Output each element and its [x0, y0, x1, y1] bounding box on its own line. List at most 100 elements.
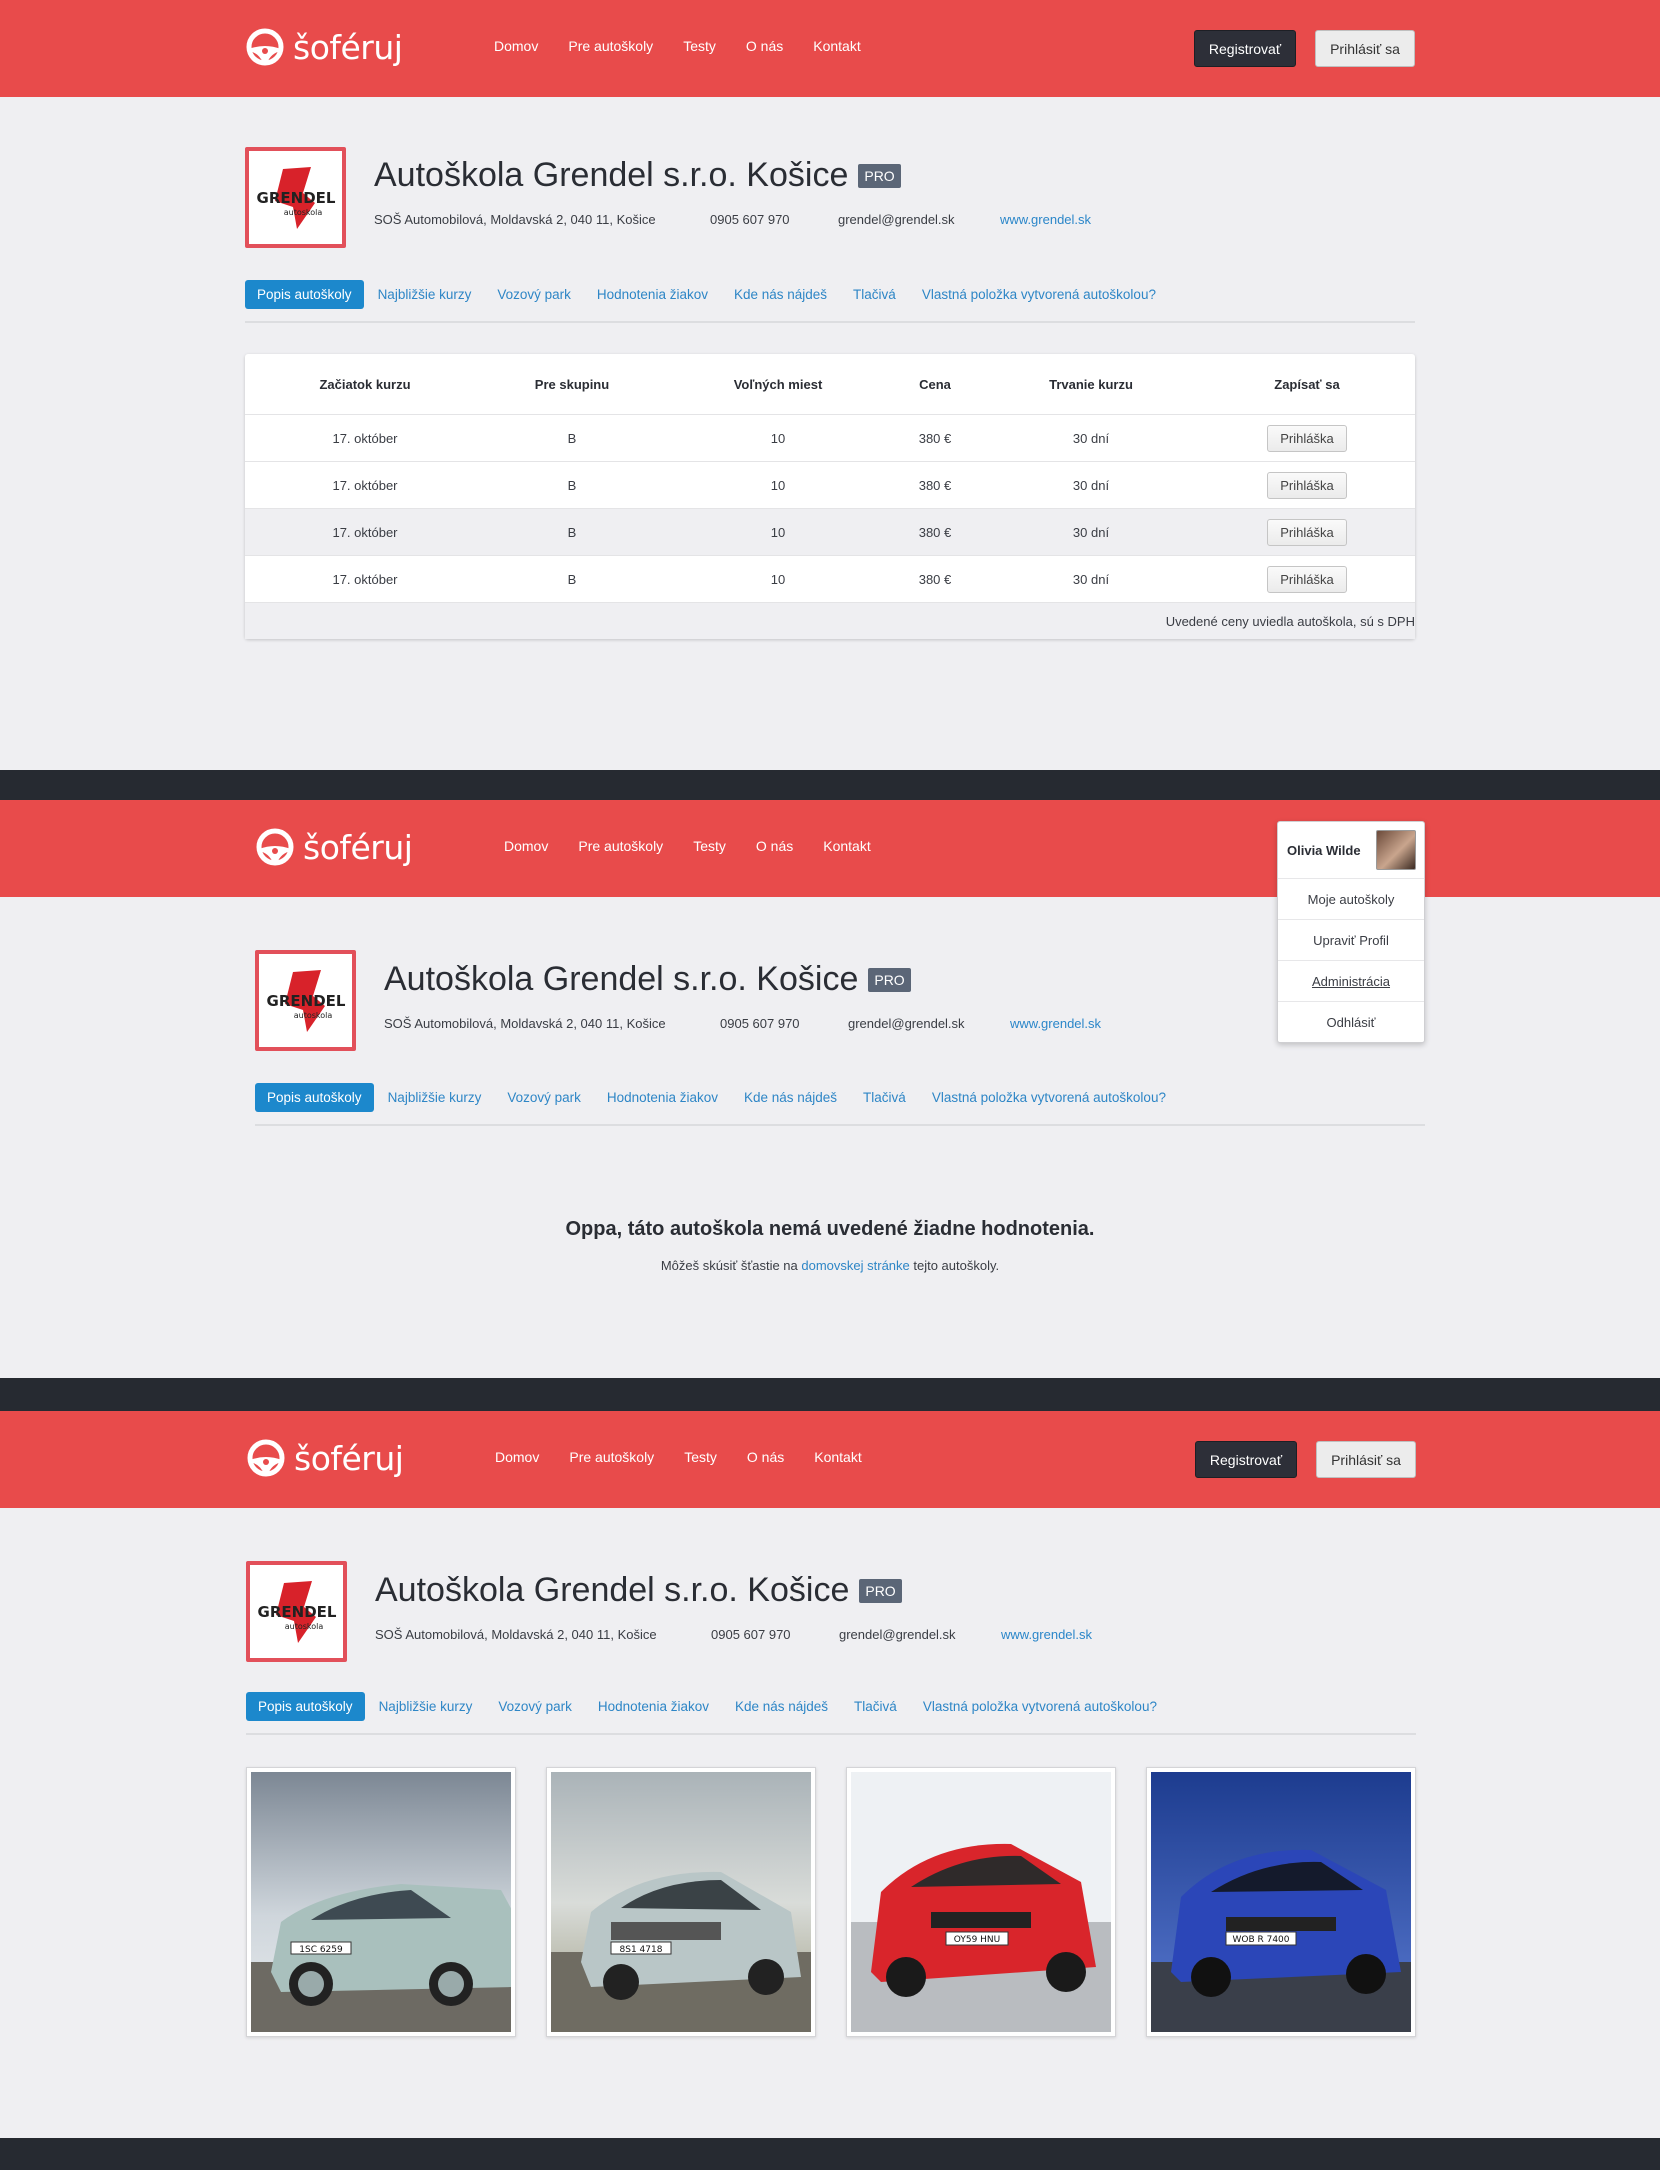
- user-menu-header[interactable]: Olivia Wilde: [1278, 822, 1424, 878]
- car-image: 8S1 4718: [551, 1772, 811, 2032]
- school-web-link[interactable]: www.grendel.sk: [1000, 212, 1091, 227]
- tab-location[interactable]: Kde nás nájdeš: [744, 1090, 837, 1105]
- brand-logo[interactable]: šoféruj: [245, 24, 403, 70]
- nav-contact[interactable]: Kontakt: [823, 838, 870, 854]
- nav-home[interactable]: Domov: [504, 838, 548, 854]
- tab-description[interactable]: Popis autoškoly: [246, 1692, 365, 1721]
- table-row: 17. október B 10 380 € 30 dní Prihláška: [245, 508, 1415, 555]
- tab-courses[interactable]: Najbližšie kurzy: [379, 1699, 473, 1714]
- fleet-photo[interactable]: 1SC 6259: [246, 1767, 516, 2037]
- tab-custom[interactable]: Vlastná položka vytvorená autoškolou?: [932, 1090, 1166, 1105]
- screen-divider: [0, 770, 1660, 800]
- menu-administration[interactable]: Administrácia: [1278, 960, 1424, 1001]
- cell-enroll: Prihláška: [1217, 565, 1397, 593]
- tab-fleet[interactable]: Vozový park: [507, 1090, 581, 1105]
- menu-logout[interactable]: Odhlásiť: [1278, 1001, 1424, 1042]
- enroll-button[interactable]: Prihláška: [1267, 565, 1347, 593]
- login-button[interactable]: Prihlásiť sa: [1315, 30, 1415, 67]
- school-address: SOŠ Automobilová, Moldavská 2, 040 11, K…: [375, 1627, 657, 1642]
- nav-home[interactable]: Domov: [494, 38, 538, 54]
- menu-my-schools[interactable]: Moje autoškoly: [1278, 878, 1424, 919]
- nav-for-schools[interactable]: Pre autoškoly: [568, 38, 653, 54]
- main-nav: Domov Pre autoškoly Testy O nás Kontakt: [494, 38, 891, 54]
- tab-fleet[interactable]: Vozový park: [498, 1699, 572, 1714]
- tab-custom[interactable]: Vlastná položka vytvorená autoškolou?: [923, 1699, 1157, 1714]
- school-address: SOŠ Automobilová, Moldavská 2, 040 11, K…: [374, 212, 656, 227]
- tab-courses[interactable]: Najbližšie kurzy: [378, 287, 472, 302]
- tab-fleet[interactable]: Vozový park: [497, 287, 571, 302]
- brand-logo[interactable]: šoféruj: [246, 1435, 404, 1481]
- col-duration: Trvanie kurzu: [1049, 376, 1133, 392]
- school-email: grendel@grendel.sk: [848, 1016, 965, 1031]
- nav-tests[interactable]: Testy: [684, 1449, 717, 1465]
- cell-price: 380 €: [918, 430, 952, 446]
- cell-seats: 10: [770, 430, 786, 446]
- school-web: www.grendel.sk: [1010, 1016, 1101, 1031]
- school-logo: GRENDEL autoskola: [246, 1561, 347, 1662]
- nav-for-schools[interactable]: Pre autoškoly: [569, 1449, 654, 1465]
- nav-tests[interactable]: Testy: [683, 38, 716, 54]
- cell-price: 380 €: [918, 571, 952, 587]
- tabs-divider: [246, 1733, 1416, 1735]
- tab-reviews[interactable]: Hodnotenia žiakov: [598, 1699, 709, 1714]
- nav-contact[interactable]: Kontakt: [814, 1449, 861, 1465]
- enroll-button[interactable]: Prihláška: [1267, 471, 1347, 499]
- svg-text:autoskola: autoskola: [283, 208, 322, 217]
- tab-forms[interactable]: Tlačivá: [853, 287, 896, 302]
- enroll-button[interactable]: Prihláška: [1267, 518, 1347, 546]
- tabs-divider: [245, 321, 1415, 323]
- main-nav: Domov Pre autoškoly Testy O nás Kontakt: [504, 838, 901, 854]
- brand-logo[interactable]: šoféruj: [255, 824, 413, 870]
- homepage-link[interactable]: domovskej stránke: [801, 1258, 909, 1273]
- cell-seats: 10: [770, 524, 786, 540]
- menu-edit-profile[interactable]: Upraviť Profil: [1278, 919, 1424, 960]
- no-reviews-text-end: tejto autoškoly.: [909, 1258, 1000, 1273]
- fleet-photo[interactable]: 8S1 4718: [546, 1767, 816, 2037]
- svg-text:OY59 HNU: OY59 HNU: [954, 1935, 1001, 1945]
- school-email: grendel@grendel.sk: [838, 212, 955, 227]
- no-reviews-subtitle: Môžeš skúsiť šťastie na domovskej stránk…: [0, 1258, 1660, 1273]
- register-button[interactable]: Registrovať: [1195, 1441, 1297, 1478]
- register-button[interactable]: Registrovať: [1194, 30, 1296, 67]
- tab-description[interactable]: Popis autoškoly: [245, 280, 364, 309]
- nav-for-schools[interactable]: Pre autoškoly: [578, 838, 663, 854]
- svg-text:GRENDEL: GRENDEL: [257, 1603, 336, 1621]
- school-phone: 0905 607 970: [711, 1627, 791, 1642]
- nav-about[interactable]: O nás: [747, 1449, 784, 1465]
- site-header: šoféruj Domov Pre autoškoly Testy O nás …: [0, 1411, 1660, 1508]
- cell-group: B: [567, 430, 577, 446]
- svg-text:autoskola: autoskola: [284, 1622, 323, 1631]
- fleet-photo[interactable]: OY59 HNU: [846, 1767, 1116, 2037]
- enroll-button[interactable]: Prihláška: [1267, 424, 1347, 452]
- cell-price: 380 €: [918, 524, 952, 540]
- nav-contact[interactable]: Kontakt: [813, 38, 860, 54]
- tab-courses[interactable]: Najbližšie kurzy: [388, 1090, 482, 1105]
- nav-tests[interactable]: Testy: [693, 838, 726, 854]
- tab-custom[interactable]: Vlastná položka vytvorená autoškolou?: [922, 287, 1156, 302]
- school-web-link[interactable]: www.grendel.sk: [1010, 1016, 1101, 1031]
- school-email: grendel@grendel.sk: [839, 1627, 956, 1642]
- tab-forms[interactable]: Tlačivá: [863, 1090, 906, 1105]
- nav-about[interactable]: O nás: [746, 38, 783, 54]
- steering-wheel-icon: [247, 1439, 285, 1477]
- login-button[interactable]: Prihlásiť sa: [1316, 1441, 1416, 1478]
- svg-text:8S1 4718: 8S1 4718: [620, 1945, 663, 1955]
- user-name: Olivia Wilde: [1287, 842, 1361, 858]
- tab-description[interactable]: Popis autoškoly: [255, 1083, 374, 1112]
- school-phone: 0905 607 970: [720, 1016, 800, 1031]
- cell-group: B: [567, 524, 577, 540]
- courses-screen: šoféruj Domov Pre autoškoly Testy O nás …: [0, 0, 1660, 770]
- school-web-link[interactable]: www.grendel.sk: [1001, 1627, 1092, 1642]
- nav-home[interactable]: Domov: [495, 1449, 539, 1465]
- cell-group: B: [567, 571, 577, 587]
- tab-location[interactable]: Kde nás nájdeš: [734, 287, 827, 302]
- fleet-photo[interactable]: WOB R 7400: [1146, 1767, 1416, 2037]
- nav-about[interactable]: O nás: [756, 838, 793, 854]
- school-web: www.grendel.sk: [1000, 212, 1091, 227]
- tab-reviews[interactable]: Hodnotenia žiakov: [607, 1090, 718, 1105]
- tab-reviews[interactable]: Hodnotenia žiakov: [597, 287, 708, 302]
- school-title: Autoškola Grendel s.r.o. Košice PRO: [375, 1571, 902, 1610]
- cell-start: 17. október: [332, 571, 398, 587]
- tab-location[interactable]: Kde nás nájdeš: [735, 1699, 828, 1714]
- tab-forms[interactable]: Tlačivá: [854, 1699, 897, 1714]
